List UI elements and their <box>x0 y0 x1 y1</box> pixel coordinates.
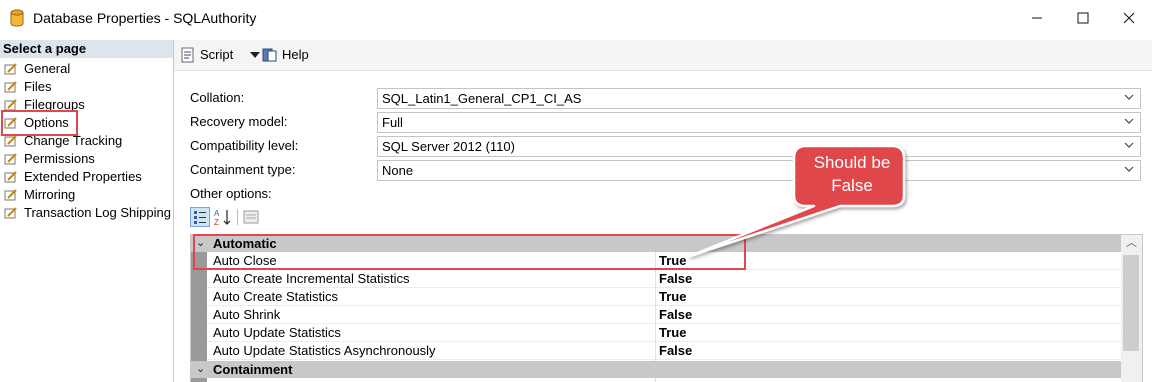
compatibility-level-value: SQL Server 2012 (110) <box>382 139 515 154</box>
grid-gutter <box>191 378 207 382</box>
minimize-button[interactable] <box>1014 0 1060 36</box>
recovery-model-value: Full <box>382 115 403 130</box>
sidebar-header: Select a page <box>0 40 173 58</box>
property-value[interactable]: True <box>659 288 686 306</box>
svg-text:A: A <box>214 209 220 218</box>
property-value[interactable]: False <box>659 306 692 324</box>
containment-type-value: None <box>382 163 414 178</box>
toolbar-separator <box>237 209 238 225</box>
close-button[interactable] <box>1106 0 1152 36</box>
help-button[interactable]: Help <box>262 46 322 64</box>
sidebar-item-label: Extended Properties <box>24 169 142 184</box>
sidebar-item-label: Mirroring <box>24 187 76 202</box>
collation-value: SQL_Latin1_General_CP1_CI_AS <box>382 91 582 106</box>
table-row[interactable]: Auto Shrink False <box>207 306 1121 324</box>
sidebar-item-label: Files <box>24 79 52 94</box>
compatibility-level-label: Compatibility level: <box>190 138 299 153</box>
script-label: Script <box>200 47 234 62</box>
sidebar-item-label: Permissions <box>24 151 95 166</box>
maximize-button[interactable] <box>1060 0 1106 36</box>
property-value[interactable]: True <box>659 324 686 342</box>
title-bar: Database Properties - SQLAuthority <box>0 0 1152 36</box>
page-icon <box>4 171 17 183</box>
sidebar-item-label: General <box>24 61 71 76</box>
page-selector-sidebar: Select a page General Files Filegroups O… <box>0 40 174 382</box>
page-icon <box>4 135 17 147</box>
svg-text:Z: Z <box>214 218 219 227</box>
toolbar: Script Help <box>174 40 1152 71</box>
table-row[interactable]: Auto Update Statistics True <box>207 324 1121 342</box>
property-name: Auto Shrink <box>213 307 281 322</box>
property-name: Auto Create Incremental Statistics <box>213 271 410 286</box>
category-containment[interactable]: ⌄ Containment <box>191 361 1121 378</box>
chevron-expand-icon[interactable]: ⌄ <box>196 361 205 378</box>
chevron-down-icon <box>1124 166 1134 172</box>
categorized-icon[interactable] <box>190 207 210 227</box>
containment-type-select[interactable]: None <box>377 160 1141 181</box>
containment-type-label: Containment type: <box>190 162 296 177</box>
close-icon <box>1123 12 1135 24</box>
table-row[interactable]: Auto Create Statistics True <box>207 288 1121 306</box>
maximize-icon <box>1077 12 1089 24</box>
property-name: Auto Update Statistics <box>213 325 341 340</box>
help-icon <box>262 48 277 62</box>
page-icon <box>4 63 17 75</box>
recovery-model-select[interactable]: Full <box>377 112 1141 133</box>
minimize-icon <box>1032 17 1042 19</box>
sidebar-item-label: Transaction Log Shipping <box>24 205 171 220</box>
callout-line-1: Should be <box>813 153 891 172</box>
compatibility-level-select[interactable]: SQL Server 2012 (110) <box>377 136 1141 157</box>
script-button[interactable]: Script <box>180 46 262 64</box>
collation-label: Collation: <box>190 90 245 105</box>
property-grid-toolbar: A Z <box>190 207 262 227</box>
chevron-down-icon <box>1124 118 1134 124</box>
callout-text: Should be False <box>800 151 904 197</box>
category-name: Containment <box>213 362 293 377</box>
page-icon <box>4 189 17 201</box>
database-icon <box>10 9 24 27</box>
page-icon <box>4 81 17 93</box>
window-title: Database Properties - SQLAuthority <box>33 10 257 26</box>
other-options-label: Other options: <box>190 186 272 201</box>
page-icon <box>4 153 17 165</box>
chevron-down-icon <box>1124 94 1134 100</box>
property-value[interactable]: False <box>659 270 692 288</box>
page-icon <box>4 207 17 219</box>
help-label: Help <box>282 47 309 62</box>
scroll-up-icon[interactable]: ︿ <box>1121 235 1142 252</box>
sort-alphabetical-icon[interactable]: A Z <box>213 207 233 227</box>
options-highlight-box <box>1 110 78 136</box>
chevron-down-icon <box>250 52 260 58</box>
vertical-scrollbar[interactable]: ︿ <box>1121 235 1142 382</box>
recovery-model-label: Recovery model: <box>190 114 288 129</box>
property-value[interactable]: False <box>659 342 692 360</box>
property-name: Auto Update Statistics Asynchronously <box>213 343 436 358</box>
chevron-down-icon <box>1124 142 1134 148</box>
callout-line-2: False <box>831 176 873 195</box>
auto-close-highlight-box <box>193 234 746 270</box>
scrollbar-thumb[interactable] <box>1123 255 1139 351</box>
collation-select[interactable]: SQL_Latin1_General_CP1_CI_AS <box>377 88 1141 109</box>
property-name: Auto Create Statistics <box>213 289 338 304</box>
script-icon <box>181 47 194 63</box>
table-row[interactable]: Auto Update Statistics Asynchronously Fa… <box>207 342 1121 360</box>
table-row[interactable]: Auto Create Incremental Statistics False <box>207 270 1121 288</box>
property-pages-icon[interactable] <box>242 208 260 226</box>
